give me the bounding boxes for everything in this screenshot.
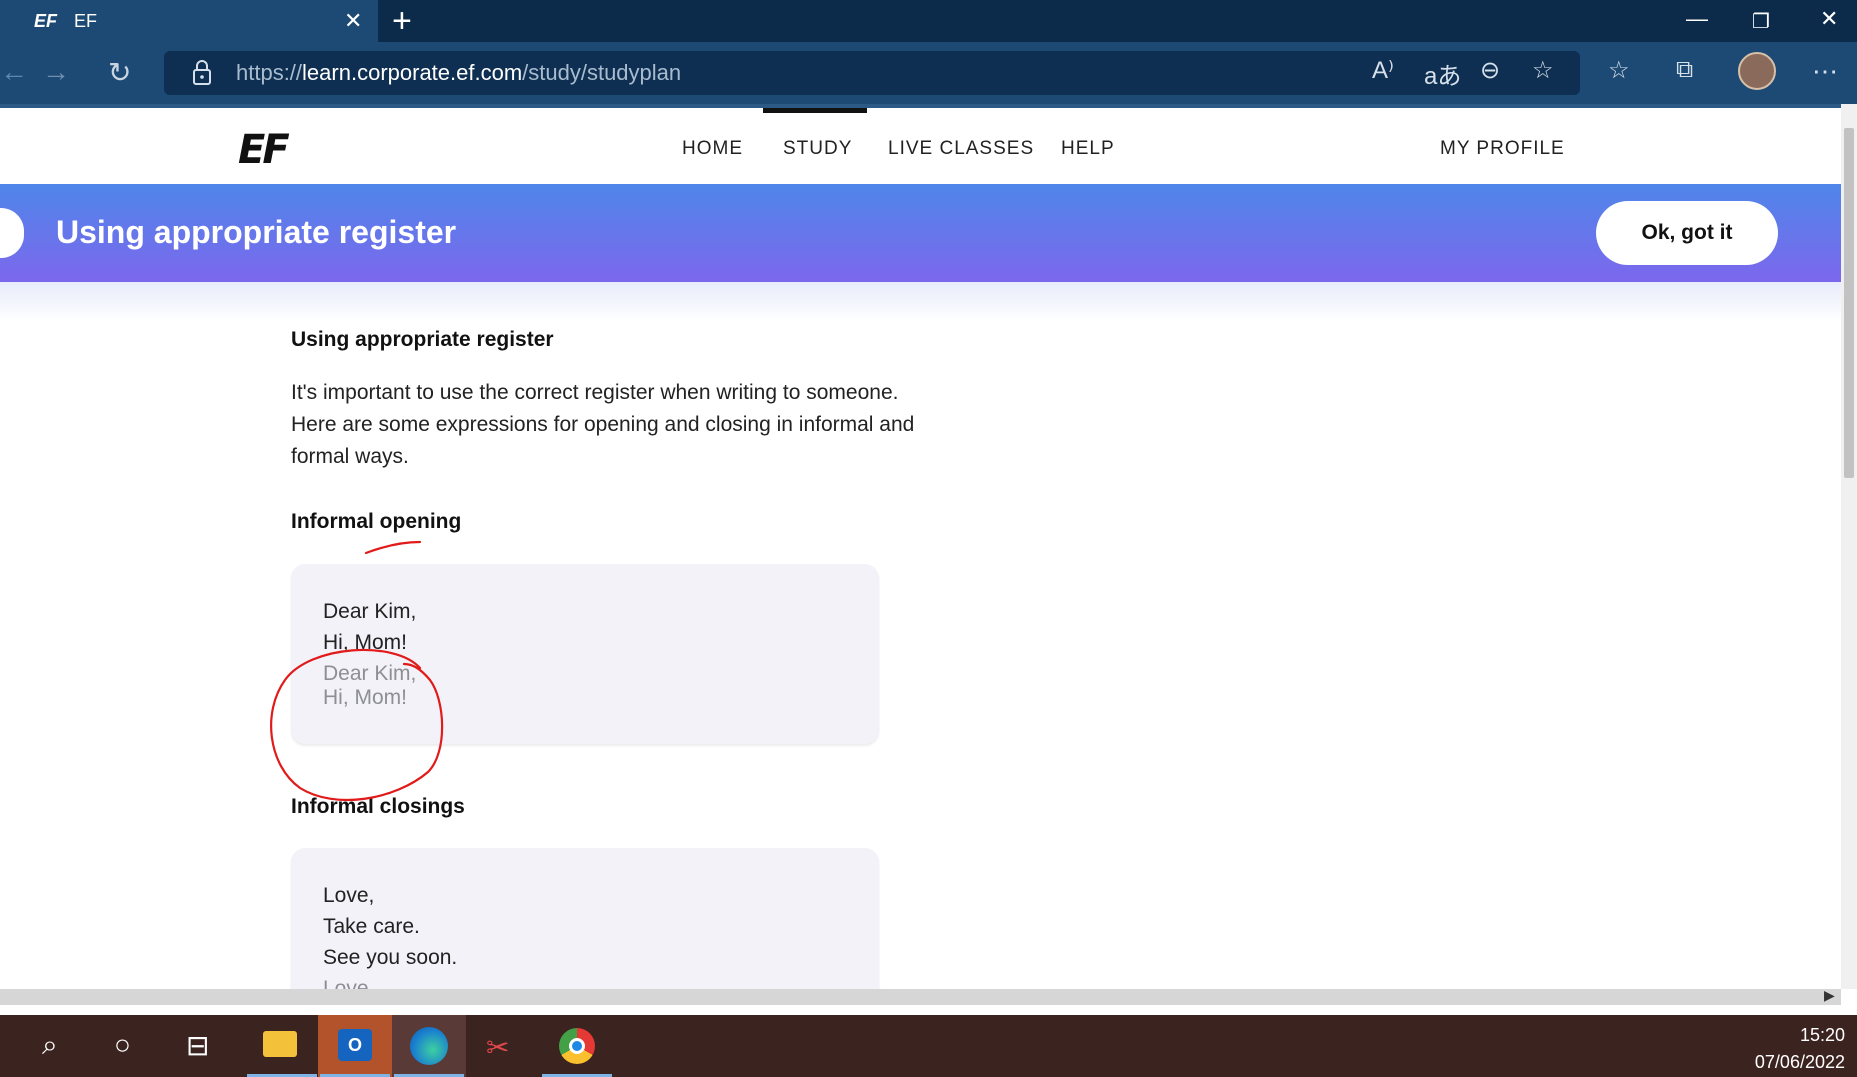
more-options-icon[interactable]: ⋯ (1812, 56, 1838, 87)
site-header: EF HOME STUDY LIVE CLASSES HELP MY PROFI… (0, 104, 1841, 184)
nav-active-indicator (763, 108, 867, 113)
clock-date: 07/06/2022 (1754, 1052, 1845, 1072)
file-explorer-app[interactable] (245, 1015, 319, 1077)
edge-app[interactable] (392, 1015, 466, 1077)
outlook-app[interactable]: O (318, 1015, 392, 1077)
browser-toolbar: ← → ↻ https://learn.corporate.ef.com/stu… (0, 42, 1857, 104)
url-text[interactable]: https://learn.corporate.ef.com/study/stu… (236, 60, 681, 86)
windows-taskbar: ⌕ ○ ⊟ O ✂ 15:20 07/06/2022 (0, 1015, 1857, 1077)
back-icon[interactable]: ← (0, 56, 28, 88)
favorites-icon[interactable]: ☆ (1608, 56, 1630, 85)
intro-paragraph: It's important to use the correct regist… (291, 377, 941, 473)
example-line: Dear Kim, (323, 600, 417, 623)
new-tab-button[interactable]: + (392, 2, 412, 41)
vertical-scrollbar[interactable] (1841, 104, 1857, 989)
scroll-right-icon[interactable]: ▶ (1824, 987, 1835, 1004)
browser-tab-strip: EF EF ✕ + — ❐ ✕ (0, 0, 1857, 42)
paragraph-line: Here are some expressions for opening an… (291, 413, 915, 436)
ok-got-it-button[interactable]: Ok, got it (1596, 201, 1778, 265)
chrome-app[interactable] (540, 1015, 614, 1077)
example-line-faded: Love (323, 977, 369, 989)
informal-closings-card: Love, Take care. See you soon. Love (291, 848, 879, 989)
clock-time: 15:20 (1799, 1025, 1845, 1045)
profile-avatar-icon[interactable] (1738, 52, 1776, 90)
restore-icon[interactable]: ❐ (1752, 9, 1770, 34)
example-line: Take care. (323, 915, 420, 938)
read-aloud-icon[interactable]: A⁾ (1372, 56, 1394, 85)
system-clock[interactable]: 15:20 07/06/2022 (1755, 1022, 1845, 1076)
scissors-icon: ✂ (486, 1032, 510, 1063)
nav-home[interactable]: HOME (682, 138, 743, 160)
minimize-icon[interactable]: — (1686, 6, 1708, 32)
lesson-banner: Using appropriate register Ok, got it (0, 184, 1841, 282)
ef-logo[interactable]: EF (238, 127, 290, 173)
url-path: /study/studyplan (522, 60, 682, 85)
informal-closings-heading: Informal closings (291, 795, 465, 818)
nav-live-classes[interactable]: LIVE CLASSES (888, 138, 1034, 160)
add-favorite-icon[interactable]: ☆ (1532, 56, 1554, 85)
paragraph-line: formal ways. (291, 445, 409, 468)
forward-icon[interactable]: → (42, 56, 70, 88)
tab-title: EF (74, 11, 98, 31)
outlook-icon: O (338, 1029, 372, 1061)
edge-icon (410, 1027, 448, 1065)
close-window-icon[interactable]: ✕ (1820, 6, 1838, 32)
snipping-tool-app[interactable]: ✂ (466, 1015, 540, 1077)
ef-favicon-icon: EF (34, 11, 58, 31)
search-icon[interactable]: ⌕ (42, 1029, 58, 1062)
nav-study[interactable]: STUDY (783, 138, 852, 160)
example-line: Love, (323, 884, 375, 907)
folder-icon (263, 1031, 297, 1057)
url-domain: learn.corporate.ef.com (302, 60, 523, 85)
example-line: Hi, Mom! (323, 631, 407, 654)
informal-opening-heading: Informal opening (291, 510, 462, 533)
scrollbar-thumb[interactable] (1844, 128, 1854, 478)
banner-title: Using appropriate register (56, 214, 457, 250)
example-line: See you soon. (323, 946, 458, 969)
paragraph-line: It's important to use the correct regist… (291, 381, 899, 404)
horizontal-scrollbar[interactable]: ▶ (0, 987, 1841, 1005)
banner-back-pill[interactable] (0, 208, 24, 258)
url-prefix: https:// (236, 60, 303, 85)
refresh-icon[interactable]: ↻ (108, 56, 131, 89)
chrome-icon (559, 1028, 595, 1064)
collections-icon[interactable]: ⧉ (1676, 56, 1693, 84)
example-line-faded: Dear Kim, (323, 662, 417, 685)
task-view-icon[interactable]: ⊟ (186, 1029, 209, 1062)
banner-shadow (0, 282, 1841, 322)
nav-help[interactable]: HELP (1061, 138, 1115, 160)
content-heading: Using appropriate register (291, 328, 554, 351)
close-tab-icon[interactable]: ✕ (344, 8, 362, 34)
lock-icon[interactable] (192, 59, 212, 87)
translate-icon[interactable]: aあ (1424, 56, 1461, 91)
cortana-icon[interactable]: ○ (114, 1029, 131, 1061)
underline-annotation (364, 540, 422, 555)
zoom-out-icon[interactable]: ⊖ (1480, 56, 1500, 85)
informal-opening-card: Dear Kim, Hi, Mom! Dear Kim, Hi, Mom! (291, 564, 879, 744)
example-line-faded: Hi, Mom! (323, 686, 407, 709)
nav-my-profile[interactable]: MY PROFILE (1440, 138, 1565, 160)
browser-tab[interactable]: EF EF ✕ (0, 0, 378, 42)
